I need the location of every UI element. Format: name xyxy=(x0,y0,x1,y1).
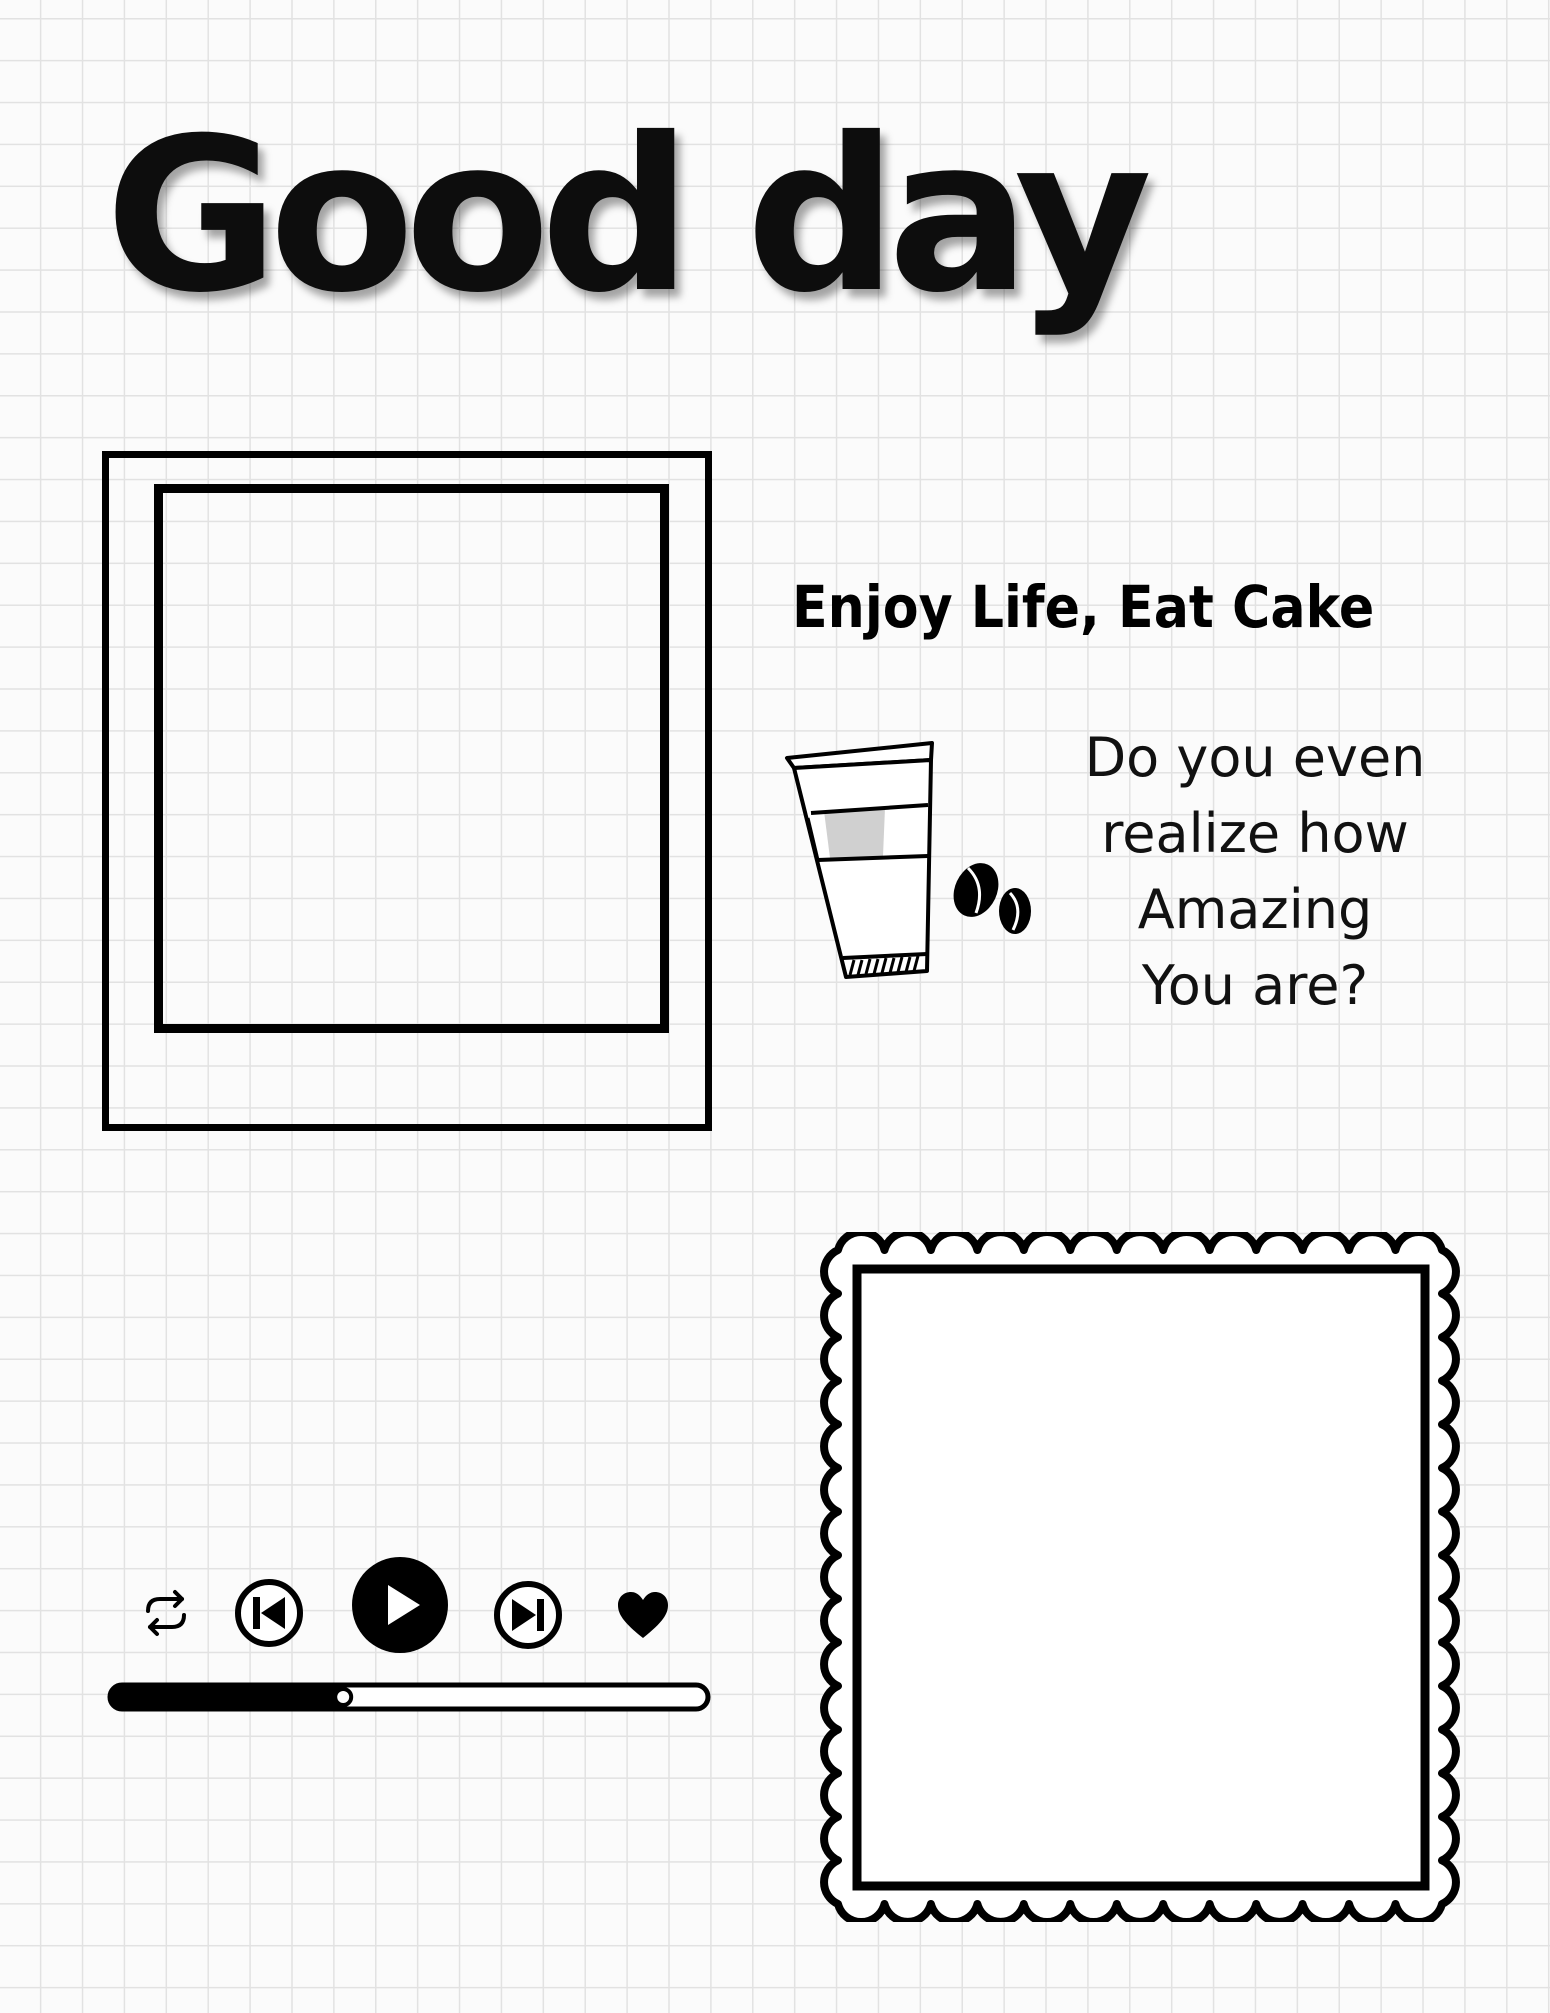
page-title: Good day xyxy=(105,92,1152,339)
scalloped-photo-area xyxy=(852,1264,1430,1891)
scalloped-frame xyxy=(820,1232,1460,1922)
repeat-icon[interactable] xyxy=(138,1585,194,1641)
coffee-beans-icon xyxy=(953,863,1031,934)
music-player xyxy=(105,1550,715,1720)
polaroid-photo-area xyxy=(154,484,669,1033)
progress-bar[interactable] xyxy=(105,1680,715,1720)
quote-line: realize how xyxy=(1101,802,1409,865)
coffee-cup-illustration xyxy=(785,741,1031,979)
previous-icon[interactable] xyxy=(233,1577,305,1649)
quote-text: Do you even realize how Amazing You are? xyxy=(1055,720,1455,1024)
quote-line: Amazing xyxy=(1137,878,1373,941)
next-icon[interactable] xyxy=(492,1579,564,1651)
subtitle: Enjoy Life, Eat Cake xyxy=(792,573,1375,641)
quote-line: You are? xyxy=(1141,954,1369,1017)
play-icon[interactable] xyxy=(350,1555,450,1655)
heart-icon[interactable] xyxy=(615,1590,671,1642)
progress-fill xyxy=(110,1685,350,1709)
progress-knob[interactable] xyxy=(333,1687,354,1707)
quote-line: Do you even xyxy=(1084,726,1426,789)
coffee-cup-icon xyxy=(785,741,934,979)
